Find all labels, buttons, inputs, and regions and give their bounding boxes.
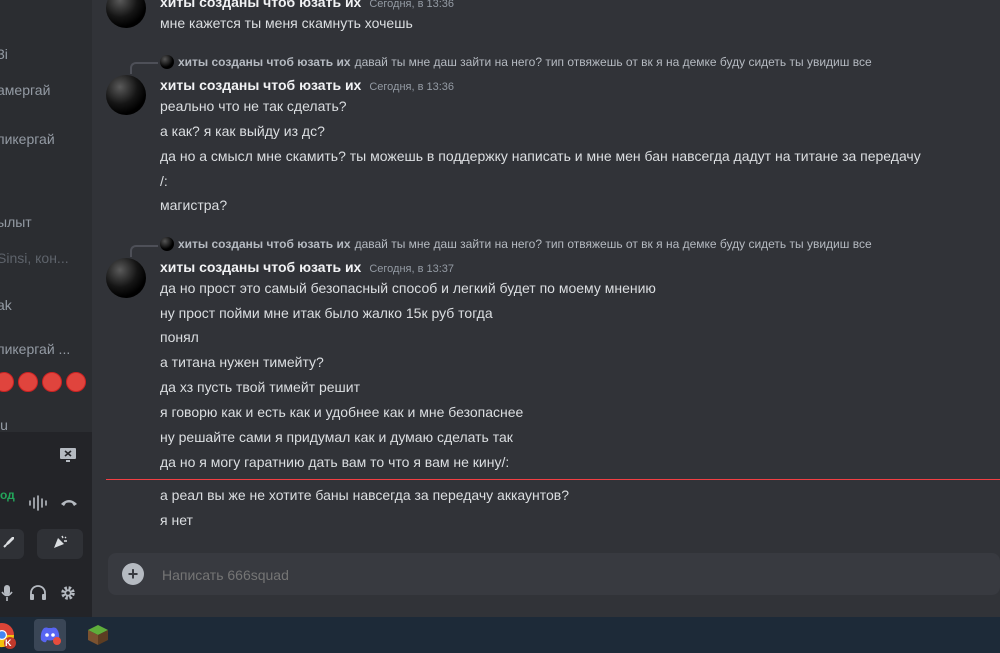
message-composer: + <box>108 553 1000 597</box>
reply-text: давай ты мне даш зайти на него? тип отвя… <box>354 55 872 69</box>
activity-button[interactable] <box>0 529 24 559</box>
author-name[interactable]: хиты созданы чтоб юзать их <box>160 77 361 93</box>
author-name[interactable]: хиты созданы чтоб юзать их <box>160 0 361 10</box>
sidebar-item[interactable]: ылыт <box>0 211 92 233</box>
avatar[interactable] <box>106 0 146 28</box>
voice-wave-icon[interactable] <box>28 494 48 512</box>
soundboard-icon <box>51 533 69 556</box>
message-author[interactable]: хиты созданы чтоб юзать их Сегодня, в 13:… <box>160 0 454 10</box>
sidebar-item[interactable]: 3i <box>0 43 92 65</box>
hangup-icon[interactable] <box>60 496 78 510</box>
message-line: а титана нужен тимейту? <box>160 354 324 370</box>
discord-icon[interactable] <box>34 619 66 651</box>
reply-author: хиты созданы чтоб юзать их <box>178 237 351 251</box>
gear-icon[interactable] <box>58 583 78 603</box>
minecraft-icon[interactable] <box>82 619 114 651</box>
angry-emoji-icon <box>18 372 38 392</box>
sidebar-item-label: 3i <box>0 46 8 62</box>
microphone-icon[interactable] <box>0 583 17 603</box>
message-line: реально что не так сделать? <box>160 98 347 114</box>
mini-avatar <box>160 55 174 69</box>
message-line: а как? я как выйду из дс? <box>160 123 325 139</box>
reply-connector <box>130 245 158 257</box>
message-line: да хз пусть твой тимейт решит <box>160 379 361 395</box>
angry-emoji-icon <box>0 372 14 392</box>
message-line: /: <box>160 173 168 189</box>
sidebar-item-label: амергай <box>0 82 51 98</box>
message-line: я говорю как и есть как и удобнее как и … <box>160 404 524 420</box>
rocket-icon <box>1 534 17 555</box>
sidebar-item-label: ak <box>0 297 12 313</box>
message-line: да но я могу гаратнию дать вам то что я … <box>160 454 510 470</box>
headphones-icon[interactable] <box>28 583 48 603</box>
plus-circle-icon[interactable]: + <box>122 563 144 585</box>
sidebar-item[interactable]: пикергай ... <box>0 338 92 360</box>
message-input[interactable] <box>160 553 984 597</box>
sidebar-item-label: ылыт <box>0 214 32 230</box>
channel-sidebar: 3i амергай пикергай ылыт Sinsi, кон... a… <box>0 0 92 617</box>
sidebar-item[interactable]: пикергай <box>0 128 92 150</box>
taskbar: K <box>0 617 1000 653</box>
voice-status: од <box>0 488 15 502</box>
avatar[interactable] <box>106 75 146 115</box>
avatar[interactable] <box>106 258 146 298</box>
message-line: магистра? <box>160 197 228 213</box>
chat-area: хиты созданы чтоб юзать их Сегодня, в 13:… <box>92 0 1000 617</box>
timestamp: Сегодня, в 13:36 <box>369 81 455 93</box>
message-line: мне кажется ты меня скамнуть хочешь <box>160 15 413 31</box>
reply-connector <box>130 62 158 74</box>
sidebar-item[interactable]: ak <box>0 294 92 316</box>
timestamp: Сегодня, в 13:36 <box>369 0 455 10</box>
reply-author: хиты созданы чтоб юзать их <box>178 55 351 69</box>
sidebar-item-label: пикергай ... <box>0 341 71 357</box>
user-controls <box>0 575 92 617</box>
message-line: да но прост это самый безопасный способ … <box>160 280 656 296</box>
screen-share-icon[interactable] <box>58 446 78 464</box>
sidebar-item-label: Sinsi, кон... <box>0 250 69 266</box>
message-line: я нет <box>160 512 193 528</box>
message-author[interactable]: хиты созданы чтоб юзать их Сегодня, в 13:… <box>160 77 454 93</box>
message-author[interactable]: хиты созданы чтоб юзать их Сегодня, в 13:… <box>160 259 454 275</box>
sidebar-item[interactable]: Sinsi, кон... <box>0 247 92 269</box>
reply-preview[interactable]: хиты созданы чтоб юзать их давай ты мне … <box>160 237 872 251</box>
app-badge: K <box>5 638 12 648</box>
message-line: а реал вы же не хотите баны навсегда за … <box>160 487 570 503</box>
angry-emoji-icon <box>42 372 62 392</box>
new-messages-divider <box>106 479 1000 480</box>
message-line: да но а смысл мне скамить? ты можешь в п… <box>160 148 921 164</box>
timestamp: Сегодня, в 13:37 <box>369 263 455 275</box>
soundboard-button[interactable] <box>37 529 83 559</box>
message-line: ну решайте сами я придумал как и думаю с… <box>160 429 513 445</box>
sidebar-item[interactable]: амергай <box>0 79 92 101</box>
reply-text: давай ты мне даш зайти на него? тип отвя… <box>354 237 872 251</box>
author-name[interactable]: хиты созданы чтоб юзать их <box>160 259 361 275</box>
emoji-row <box>0 372 86 392</box>
angry-emoji-icon <box>66 372 86 392</box>
mini-avatar <box>160 237 174 251</box>
sidebar-item-label: пикергай <box>0 131 55 147</box>
message-line: ну прост пойми мне итак было жалко 15к р… <box>160 305 493 321</box>
message-line: понял <box>160 329 199 345</box>
reply-preview[interactable]: хиты созданы чтоб юзать их давай ты мне … <box>160 55 872 69</box>
